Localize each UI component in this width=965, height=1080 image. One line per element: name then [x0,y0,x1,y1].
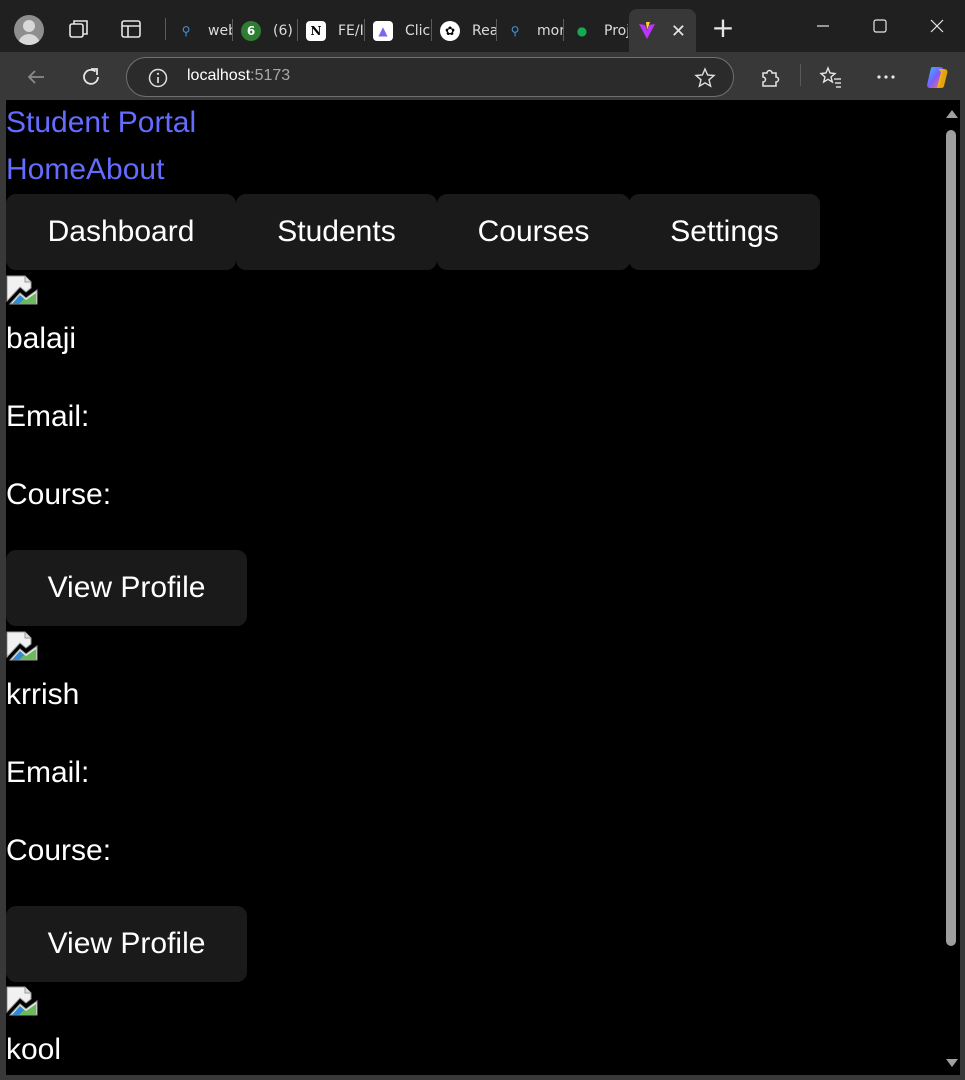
tab-label: Proj [604,22,628,39]
brand-link[interactable]: Student Portal [6,106,196,140]
browser-tab[interactable]: N FE/I [298,9,364,52]
browser-toolbar: localhost:5173 [0,52,965,100]
new-tab-icon[interactable]: + [708,14,738,44]
workspaces-icon[interactable] [66,16,92,42]
search-icon: ⚲ [181,23,191,38]
window-frame [0,1075,965,1080]
browser-tab[interactable]: ⚲ web [168,9,232,52]
minimize-icon[interactable] [808,12,838,42]
browser-tab[interactable]: ⚲ mor [497,9,563,52]
student-name: krrish [6,678,80,711]
extensions-icon[interactable] [757,64,783,90]
toolbar-divider [800,64,801,86]
copilot-icon[interactable] [924,64,950,90]
vite-icon [639,21,655,39]
view-profile-button[interactable]: View Profile [6,550,247,626]
students-button[interactable]: Students [236,194,437,270]
broken-image-icon [6,631,38,661]
student-course-label: Course: [6,834,112,867]
window-frame [960,100,965,1080]
settings-button[interactable]: Settings [629,194,820,270]
tab-label: mor [537,22,563,39]
close-tab-icon[interactable]: ✕ [671,21,686,42]
address-bar[interactable]: localhost:5173 [126,57,734,97]
close-window-icon[interactable] [922,12,952,42]
student-card: krrish Email: Course: View Profile [6,631,406,991]
url-text[interactable]: localhost:5173 [187,67,290,85]
tab-label: (6) \ [273,22,297,39]
page-viewport: Student Portal HomeAbout Dashboard Stude… [6,100,942,1075]
favorite-star-icon[interactable] [693,66,717,90]
openai-icon: ✿ [440,20,460,41]
nav-home-link[interactable]: Home [6,153,86,186]
tab-actions-icon[interactable] [118,16,144,42]
student-email-label: Email: [6,756,90,789]
nav-about-link[interactable]: About [86,153,164,186]
tab-label: web [208,22,232,39]
browser-tab[interactable]: ● Proj [564,9,628,52]
student-name: balaji [6,322,77,355]
maximize-icon[interactable] [865,12,895,42]
clickup-icon: ▲ [373,20,393,41]
url-port: :5173 [250,67,291,84]
url-host: localhost [187,67,251,84]
browser-tab[interactable]: 6 (6) \ [233,9,297,52]
student-email-label: Email: [6,400,90,433]
vertical-scrollbar[interactable] [942,100,960,1075]
view-profile-button[interactable]: View Profile [6,906,247,982]
student-card: balaji Email: Course: View Profile [6,275,406,635]
student-name: kool [6,1033,62,1066]
favorites-icon[interactable] [818,64,844,90]
nav-links: HomeAbout [6,153,164,187]
browser-tab[interactable]: ✿ Rea [432,9,496,52]
mongodb-leaf-icon: ● [576,23,588,38]
broken-image-icon [6,986,38,1016]
broken-image-icon [6,275,38,305]
refresh-icon[interactable] [76,62,106,92]
browser-tab[interactable]: ▲ Clic [365,9,431,52]
student-card: kool [6,986,406,1075]
more-options-icon[interactable] [873,64,899,90]
scroll-down-arrow-icon[interactable] [946,1059,958,1067]
scrollbar-thumb[interactable] [946,130,956,946]
divider [165,18,166,40]
browser-tab-active[interactable]: ✕ [629,9,696,52]
badge-icon: 6 [241,20,261,41]
dashboard-button[interactable]: Dashboard [6,194,236,270]
tab-label: Rea [472,22,496,39]
site-info-icon[interactable] [147,67,169,89]
profile-avatar-icon[interactable] [14,15,44,45]
scroll-up-arrow-icon[interactable] [946,110,958,118]
search-icon: ⚲ [510,23,520,38]
student-course-label: Course: [6,478,112,511]
notion-icon: N [306,20,326,41]
courses-button[interactable]: Courses [437,194,630,270]
title-bar: ⚲ web 6 (6) \ N FE/I ▲ Clic ✿ Rea ⚲ mor … [0,0,965,52]
tab-label: FE/I [338,22,364,39]
tab-label: Clic [405,22,431,39]
back-icon[interactable] [21,62,51,92]
